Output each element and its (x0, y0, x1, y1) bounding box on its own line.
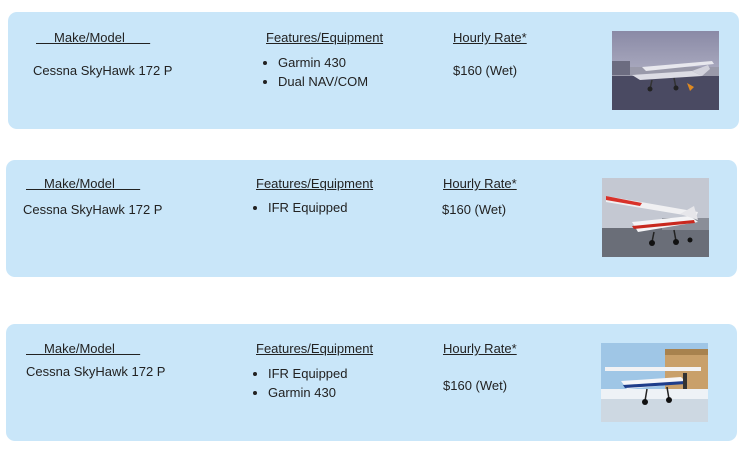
make-model-header: Make/Model (26, 341, 141, 356)
aircraft-card-1: Make/Model Features/Equipment Hourly Rat… (8, 12, 739, 129)
feature-item: Garmin 430 (268, 383, 348, 402)
make-model-header: Make/Model (36, 30, 151, 45)
features-list: IFR Equipped (242, 198, 348, 217)
features-header: Features/Equipment (256, 341, 374, 356)
features-list: IFR Equipped Garmin 430 (242, 364, 348, 402)
aircraft-model: Cessna SkyHawk 172 P (26, 364, 166, 379)
hourly-rate-header: Hourly Rate* (443, 341, 517, 356)
feature-item: IFR Equipped (268, 364, 348, 383)
make-model-header: Make/Model (26, 176, 141, 191)
aircraft-card-3: Make/Model Features/Equipment Hourly Rat… (6, 324, 737, 441)
aircraft-photo (612, 31, 719, 110)
hourly-rate-header: Hourly Rate* (443, 176, 517, 191)
feature-item: Dual NAV/COM (278, 72, 368, 91)
features-header: Features/Equipment (266, 30, 384, 45)
features-header: Features/Equipment (256, 176, 374, 191)
feature-item: Garmin 430 (278, 53, 368, 72)
hourly-rate-value: $160 (Wet) (443, 378, 508, 393)
aircraft-model: Cessna SkyHawk 172 P (33, 63, 173, 78)
hourly-rate-value: $160 (Wet) (453, 63, 518, 78)
aircraft-photo (602, 178, 709, 257)
aircraft-model: Cessna SkyHawk 172 P (23, 202, 163, 217)
hourly-rate-header: Hourly Rate* (453, 30, 527, 45)
hourly-rate-value: $160 (Wet) (442, 202, 507, 217)
aircraft-card-2: Make/Model Features/Equipment Hourly Rat… (6, 160, 737, 277)
feature-item: IFR Equipped (268, 198, 348, 217)
features-list: Garmin 430 Dual NAV/COM (252, 53, 368, 91)
aircraft-photo (601, 343, 708, 422)
